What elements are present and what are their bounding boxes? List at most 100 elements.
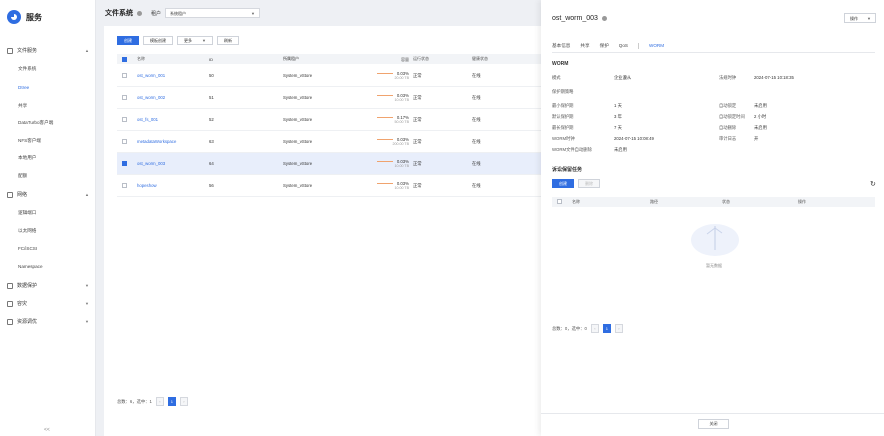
sidebar-item-nfs-client[interactable]: NFS客户端 bbox=[18, 138, 41, 144]
chevron-down-icon: ▼ bbox=[251, 11, 256, 16]
tab-worm[interactable]: WORM bbox=[649, 43, 664, 49]
nav-group-network[interactable]: 网络 ▲ bbox=[7, 191, 89, 198]
chevron-down-icon: ▼ bbox=[85, 301, 89, 306]
empty-state-icon bbox=[691, 224, 739, 256]
pager-summary: 总数：0，选中：0 bbox=[552, 325, 587, 331]
chevron-down-icon: ▼ bbox=[202, 38, 206, 43]
sidebar-item-local-user[interactable]: 本地用户 bbox=[18, 155, 36, 161]
sidebar-item-share[interactable]: 共享 bbox=[18, 103, 27, 109]
task-section-title: 诉讼保留任务 bbox=[552, 167, 583, 173]
sidebar-item-dtree[interactable]: Dtree bbox=[18, 85, 29, 90]
table-row-selected[interactable]: ost_worm_003 64 System_vStore 0.03% 10.00… bbox=[117, 153, 541, 175]
row-name-link[interactable]: hopeshow bbox=[137, 183, 157, 188]
worm-section-title: WORM bbox=[552, 61, 569, 67]
col-name[interactable]: 名称 bbox=[137, 56, 145, 62]
prev-page-button[interactable]: ‹ bbox=[155, 397, 164, 406]
table-header: 名称 ID 所属租户 容量 运行状态 健康状态 bbox=[117, 54, 541, 64]
row-name-link[interactable]: metadataWorkspace bbox=[137, 139, 176, 144]
network-icon bbox=[7, 191, 13, 198]
page-title: 文件系统 bbox=[105, 10, 133, 17]
refresh-button[interactable]: 刷新 bbox=[216, 36, 239, 45]
drawer-tabs: 基本信息 共享 保护 QoS WORM bbox=[552, 43, 664, 49]
table-row[interactable]: ost_worm_001 50 System_vStore 0.03% 20.00… bbox=[117, 65, 541, 87]
sidebar-item-fc[interactable]: FC/iSCSI bbox=[18, 246, 37, 251]
pager-summary: 总数：6，选中：1 bbox=[117, 398, 152, 404]
row-name-link[interactable]: ost_worm_001 bbox=[137, 73, 165, 78]
app-logo: 服务 bbox=[7, 10, 42, 24]
chevron-up-icon: ▲ bbox=[85, 48, 89, 53]
create-button[interactable]: 创建 bbox=[117, 36, 139, 45]
col-health-status[interactable]: 健康状态 bbox=[472, 56, 488, 62]
table-pagination: 总数：6，选中：1 ‹ 1 › bbox=[117, 397, 188, 406]
empty-state-label: 暂无数据 bbox=[706, 263, 722, 268]
col-running-status[interactable]: 运行状态 bbox=[413, 56, 429, 62]
row-checkbox[interactable] bbox=[122, 183, 127, 188]
sidebar-item-filesystem[interactable]: 文件系统 bbox=[18, 66, 36, 72]
row-checkbox[interactable] bbox=[122, 139, 127, 144]
tuning-icon bbox=[7, 318, 13, 325]
col-capacity[interactable]: 容量 bbox=[353, 57, 409, 62]
task-pagination: 总数：0，选中：0 ‹ 1 › bbox=[552, 324, 623, 333]
collapse-sidebar-icon[interactable]: << bbox=[44, 427, 50, 433]
nav-group-disaster-recovery[interactable]: 容灾 ▼ bbox=[7, 300, 89, 307]
logo-icon bbox=[7, 10, 21, 24]
chevron-down-icon: ▼ bbox=[867, 16, 871, 21]
sidebar-item-logical-port[interactable]: 逻辑端口 bbox=[18, 210, 36, 216]
col-id[interactable]: ID bbox=[209, 57, 213, 62]
page-number-button[interactable]: 1 bbox=[167, 397, 176, 406]
tenant-select[interactable]: 系统租户 ▼ bbox=[165, 8, 261, 18]
row-name-link[interactable]: ost_worm_003 bbox=[137, 161, 165, 166]
table-toolbar: 创建 模板创建 更多 ▼ 刷新 bbox=[117, 36, 239, 45]
nav-group-resource-tuning[interactable]: 资源调优 ▼ bbox=[7, 318, 89, 325]
detail-drawer: ost_worm_003 操作 ▼ 基本信息 共享 保护 QoS WORM WO… bbox=[541, 0, 884, 436]
row-checkbox[interactable] bbox=[122, 73, 127, 78]
select-all-checkbox[interactable] bbox=[122, 56, 127, 62]
task-table-header: 名称 路径 状态 操作 bbox=[552, 197, 875, 207]
tab-basic-info[interactable]: 基本信息 bbox=[552, 43, 570, 49]
tab-share[interactable]: 共享 bbox=[580, 43, 589, 49]
sidebar-item-namespace[interactable]: Namespace bbox=[18, 264, 43, 269]
tenant-label: 租户 bbox=[151, 10, 162, 17]
select-all-checkbox[interactable] bbox=[557, 199, 562, 204]
bulk-create-button[interactable]: 模板创建 bbox=[143, 36, 173, 45]
table-row[interactable]: hopeshow 56 System_vStore 0.03% 10.00 TB … bbox=[117, 175, 541, 197]
page-header: 文件系统 租户 系统租户 ▼ bbox=[104, 0, 541, 26]
row-checkbox[interactable] bbox=[122, 161, 127, 166]
nav-group-file-service[interactable]: 文件服务 ▲ bbox=[7, 47, 89, 54]
task-delete-button[interactable]: 删除 bbox=[578, 179, 600, 188]
drawer-title: ost_worm_003 bbox=[552, 15, 607, 22]
more-button[interactable]: 更多 ▼ bbox=[177, 36, 213, 45]
protection-icon bbox=[7, 282, 13, 289]
task-create-button[interactable]: 创建 bbox=[552, 179, 574, 188]
close-button[interactable]: 关闭 bbox=[698, 419, 729, 429]
chevron-down-icon: ▼ bbox=[85, 283, 89, 288]
operation-dropdown[interactable]: 操作 ▼ bbox=[844, 13, 876, 23]
nav-group-data-protection[interactable]: 数据保护 ▼ bbox=[7, 282, 89, 289]
filesystem-panel: 创建 模板创建 更多 ▼ 刷新 名称 ID 所属租户 容量 运行状态 健康状态 o… bbox=[104, 26, 541, 436]
row-name-link[interactable]: ost_fs_001 bbox=[137, 117, 158, 122]
tab-divider bbox=[638, 43, 639, 49]
row-name-link[interactable]: ost_worm_002 bbox=[137, 95, 165, 100]
table-row[interactable]: ost_worm_002 51 System_vStore 0.03% 10.00… bbox=[117, 87, 541, 109]
app-name: 服务 bbox=[26, 12, 42, 22]
help-icon[interactable] bbox=[137, 10, 142, 16]
next-page-button[interactable]: › bbox=[179, 397, 188, 406]
tab-qos[interactable]: QoS bbox=[619, 43, 628, 49]
tab-divider-line bbox=[552, 52, 875, 53]
help-icon[interactable] bbox=[601, 16, 607, 21]
table-row[interactable]: metadataWorkspace 63 System_vStore 0.03%… bbox=[117, 131, 541, 153]
row-checkbox[interactable] bbox=[122, 95, 127, 100]
tab-protection[interactable]: 保护 bbox=[600, 43, 609, 49]
row-checkbox[interactable] bbox=[122, 117, 127, 122]
col-owner: 所属租户 bbox=[283, 56, 299, 61]
sidebar: 服务 文件服务 ▲ 文件系统 Dtree 共享 DataTurbo客户端 NFS… bbox=[0, 0, 96, 436]
sidebar-item-quota[interactable]: 配额 bbox=[18, 173, 27, 179]
sidebar-item-dataturbo[interactable]: DataTurbo客户端 bbox=[18, 120, 53, 126]
prev-page-button[interactable]: ‹ bbox=[590, 324, 599, 333]
refresh-icon[interactable]: ↻ bbox=[870, 180, 876, 188]
page-number-button[interactable]: 1 bbox=[602, 324, 611, 333]
chevron-up-icon: ▲ bbox=[85, 192, 89, 197]
sidebar-item-ethernet[interactable]: 以太网络 bbox=[18, 228, 36, 234]
next-page-button[interactable]: › bbox=[614, 324, 623, 333]
table-row[interactable]: ost_fs_001 52 System_vStore 0.17% 50.00 T… bbox=[117, 109, 541, 131]
